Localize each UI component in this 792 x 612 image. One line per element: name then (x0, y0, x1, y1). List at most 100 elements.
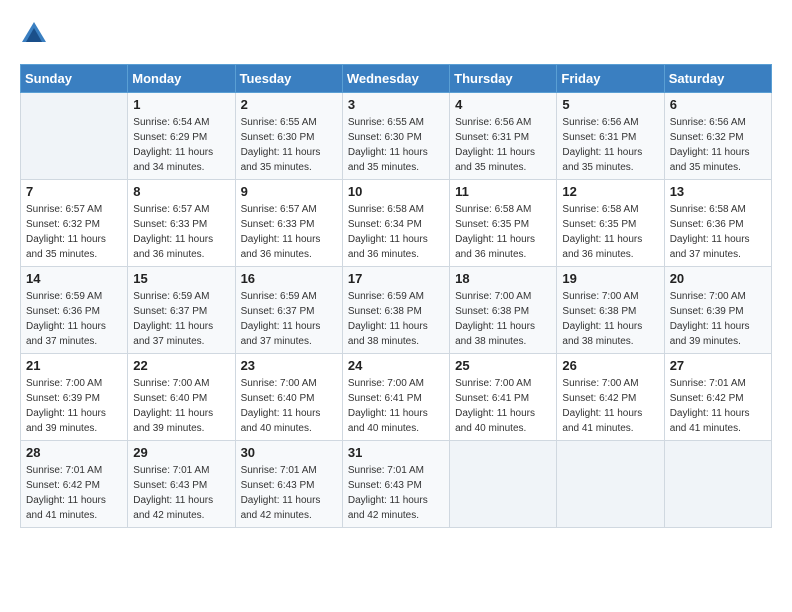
logo-icon (20, 20, 48, 48)
day-info: Sunrise: 6:59 AMSunset: 6:37 PMDaylight:… (241, 289, 337, 349)
day-number: 19 (562, 271, 658, 286)
day-number: 12 (562, 184, 658, 199)
page-header (20, 20, 772, 48)
day-cell: 29 Sunrise: 7:01 AMSunset: 6:43 PMDayligh… (128, 441, 235, 528)
day-number: 25 (455, 358, 551, 373)
day-info: Sunrise: 7:00 AMSunset: 6:41 PMDaylight:… (348, 376, 444, 436)
day-cell: 24 Sunrise: 7:00 AMSunset: 6:41 PMDayligh… (342, 354, 449, 441)
day-info: Sunrise: 7:01 AMSunset: 6:43 PMDaylight:… (133, 463, 229, 523)
day-cell: 30Sunrise: 7:01 AMSunset: 6:43 PMDayligh… (235, 441, 342, 528)
day-number: 28 (26, 445, 122, 460)
day-number: 11 (455, 184, 551, 199)
day-cell: 1 Sunrise: 6:54 AMSunset: 6:29 PMDaylight… (128, 93, 235, 180)
day-number: 18 (455, 271, 551, 286)
day-number: 31 (348, 445, 444, 460)
weekday-header-tuesday: Tuesday (235, 65, 342, 93)
day-cell: 5Sunrise: 6:56 AMSunset: 6:31 PMDaylight… (557, 93, 664, 180)
calendar-table: SundayMondayTuesdayWednesdayThursdayFrid… (20, 64, 772, 528)
day-number: 3 (348, 97, 444, 112)
day-number: 20 (670, 271, 766, 286)
day-number: 24 (348, 358, 444, 373)
day-cell: 12 Sunrise: 6:58 AMSunset: 6:35 PMDayligh… (557, 180, 664, 267)
day-info: Sunrise: 6:58 AMSunset: 6:36 PMDaylight:… (670, 202, 766, 262)
day-info: Sunrise: 6:59 AMSunset: 6:36 PMDaylight:… (26, 289, 122, 349)
day-cell: 21 Sunrise: 7:00 AMSunset: 6:39 PMDayligh… (21, 354, 128, 441)
day-cell: 15Sunrise: 6:59 AMSunset: 6:37 PMDayligh… (128, 267, 235, 354)
day-number: 15 (133, 271, 229, 286)
day-number: 26 (562, 358, 658, 373)
day-number: 29 (133, 445, 229, 460)
day-number: 22 (133, 358, 229, 373)
day-info: Sunrise: 7:01 AMSunset: 6:42 PMDaylight:… (26, 463, 122, 523)
day-info: Sunrise: 7:00 AMSunset: 6:39 PMDaylight:… (26, 376, 122, 436)
day-number: 10 (348, 184, 444, 199)
day-cell (664, 441, 771, 528)
day-cell: 3Sunrise: 6:55 AMSunset: 6:30 PMDaylight… (342, 93, 449, 180)
day-cell: 25 Sunrise: 7:00 AMSunset: 6:41 PMDayligh… (450, 354, 557, 441)
day-number: 23 (241, 358, 337, 373)
weekday-header-friday: Friday (557, 65, 664, 93)
day-cell: 27 Sunrise: 7:01 AMSunset: 6:42 PMDayligh… (664, 354, 771, 441)
day-cell: 26 Sunrise: 7:00 AMSunset: 6:42 PMDayligh… (557, 354, 664, 441)
day-cell: 18 Sunrise: 7:00 AMSunset: 6:38 PMDayligh… (450, 267, 557, 354)
day-number: 14 (26, 271, 122, 286)
weekday-header-sunday: Sunday (21, 65, 128, 93)
weekday-header-thursday: Thursday (450, 65, 557, 93)
day-info: Sunrise: 7:00 AMSunset: 6:38 PMDaylight:… (562, 289, 658, 349)
day-cell: 22 Sunrise: 7:00 AMSunset: 6:40 PMDayligh… (128, 354, 235, 441)
day-info: Sunrise: 6:59 AMSunset: 6:38 PMDaylight:… (348, 289, 444, 349)
day-number: 13 (670, 184, 766, 199)
day-info: Sunrise: 6:57 AMSunset: 6:33 PMDaylight:… (241, 202, 337, 262)
day-info: Sunrise: 6:54 AMSunset: 6:29 PMDaylight:… (133, 115, 229, 175)
week-row-2: 7Sunrise: 6:57 AMSunset: 6:32 PMDaylight… (21, 180, 772, 267)
day-cell: 28 Sunrise: 7:01 AMSunset: 6:42 PMDayligh… (21, 441, 128, 528)
week-row-1: 1 Sunrise: 6:54 AMSunset: 6:29 PMDaylight… (21, 93, 772, 180)
day-cell: 8 Sunrise: 6:57 AMSunset: 6:33 PMDaylight… (128, 180, 235, 267)
day-cell: 16 Sunrise: 6:59 AMSunset: 6:37 PMDayligh… (235, 267, 342, 354)
day-info: Sunrise: 7:00 AMSunset: 6:40 PMDaylight:… (133, 376, 229, 436)
day-info: Sunrise: 6:56 AMSunset: 6:31 PMDaylight:… (562, 115, 658, 175)
day-number: 7 (26, 184, 122, 199)
day-info: Sunrise: 7:00 AMSunset: 6:40 PMDaylight:… (241, 376, 337, 436)
day-info: Sunrise: 7:00 AMSunset: 6:42 PMDaylight:… (562, 376, 658, 436)
day-cell: 31 Sunrise: 7:01 AMSunset: 6:43 PMDayligh… (342, 441, 449, 528)
week-row-5: 28 Sunrise: 7:01 AMSunset: 6:42 PMDayligh… (21, 441, 772, 528)
logo (20, 20, 52, 48)
day-number: 16 (241, 271, 337, 286)
day-number: 17 (348, 271, 444, 286)
day-number: 9 (241, 184, 337, 199)
day-cell: 17 Sunrise: 6:59 AMSunset: 6:38 PMDayligh… (342, 267, 449, 354)
weekday-header-row: SundayMondayTuesdayWednesdayThursdayFrid… (21, 65, 772, 93)
week-row-4: 21 Sunrise: 7:00 AMSunset: 6:39 PMDayligh… (21, 354, 772, 441)
day-cell: 14 Sunrise: 6:59 AMSunset: 6:36 PMDayligh… (21, 267, 128, 354)
day-info: Sunrise: 7:00 AMSunset: 6:39 PMDaylight:… (670, 289, 766, 349)
day-info: Sunrise: 7:01 AMSunset: 6:42 PMDaylight:… (670, 376, 766, 436)
weekday-header-monday: Monday (128, 65, 235, 93)
day-info: Sunrise: 6:57 AMSunset: 6:33 PMDaylight:… (133, 202, 229, 262)
day-cell: 11 Sunrise: 6:58 AMSunset: 6:35 PMDayligh… (450, 180, 557, 267)
day-number: 1 (133, 97, 229, 112)
day-info: Sunrise: 6:58 AMSunset: 6:35 PMDaylight:… (562, 202, 658, 262)
day-number: 6 (670, 97, 766, 112)
day-cell: 6 Sunrise: 6:56 AMSunset: 6:32 PMDaylight… (664, 93, 771, 180)
day-info: Sunrise: 6:56 AMSunset: 6:31 PMDaylight:… (455, 115, 551, 175)
day-info: Sunrise: 7:00 AMSunset: 6:41 PMDaylight:… (455, 376, 551, 436)
day-cell: 9 Sunrise: 6:57 AMSunset: 6:33 PMDaylight… (235, 180, 342, 267)
day-cell: 10Sunrise: 6:58 AMSunset: 6:34 PMDayligh… (342, 180, 449, 267)
day-number: 2 (241, 97, 337, 112)
weekday-header-saturday: Saturday (664, 65, 771, 93)
day-info: Sunrise: 7:00 AMSunset: 6:38 PMDaylight:… (455, 289, 551, 349)
day-info: Sunrise: 7:01 AMSunset: 6:43 PMDaylight:… (241, 463, 337, 523)
day-number: 21 (26, 358, 122, 373)
day-number: 8 (133, 184, 229, 199)
day-info: Sunrise: 7:01 AMSunset: 6:43 PMDaylight:… (348, 463, 444, 523)
day-cell: 4 Sunrise: 6:56 AMSunset: 6:31 PMDaylight… (450, 93, 557, 180)
day-info: Sunrise: 6:56 AMSunset: 6:32 PMDaylight:… (670, 115, 766, 175)
day-number: 27 (670, 358, 766, 373)
weekday-header-wednesday: Wednesday (342, 65, 449, 93)
day-cell (450, 441, 557, 528)
day-cell: 2 Sunrise: 6:55 AMSunset: 6:30 PMDaylight… (235, 93, 342, 180)
day-info: Sunrise: 6:55 AMSunset: 6:30 PMDaylight:… (241, 115, 337, 175)
day-info: Sunrise: 6:58 AMSunset: 6:35 PMDaylight:… (455, 202, 551, 262)
day-number: 4 (455, 97, 551, 112)
